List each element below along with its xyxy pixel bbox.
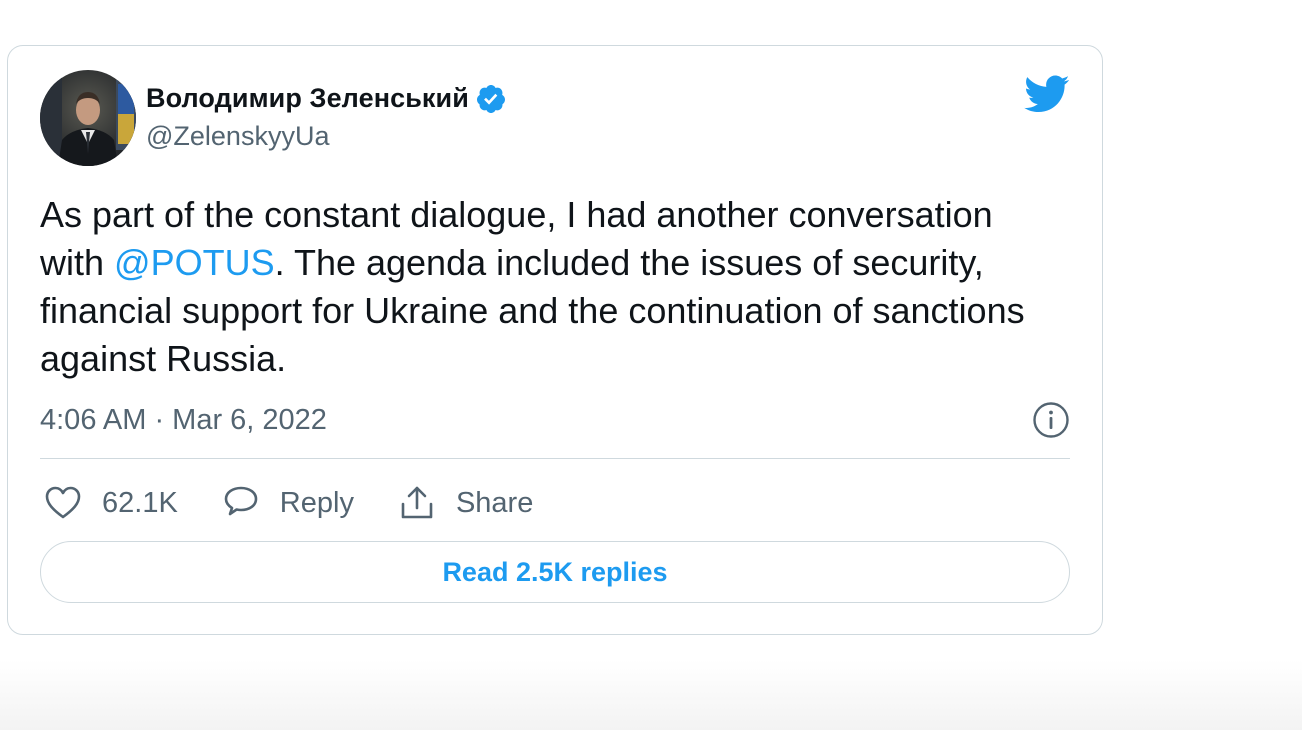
name-row: Володимир Зеленський [146,83,507,115]
verified-badge-icon [475,83,507,115]
meta-row: 4:06 AM · Mar 6, 2022 [40,398,1070,442]
tweet-card: Володимир Зеленський @ZelenskyyUa As par… [7,45,1103,635]
tweet-text: As part of the constant dialogue, I had … [40,191,1040,383]
heart-icon [45,486,81,519]
author-handle[interactable]: @ZelenskyyUa [146,121,507,152]
author-display-name[interactable]: Володимир Зеленський [146,83,469,114]
like-count: 62.1K [102,486,178,519]
twitter-bird-icon[interactable] [1022,74,1070,114]
reply-button[interactable]: Reply [222,484,354,522]
bottom-fade [0,660,1302,730]
action-bar: 62.1K Reply Share [44,478,577,528]
tweet-header: Володимир Зеленський @ZelenskyyUa [40,70,507,166]
info-icon[interactable] [1032,401,1070,439]
divider [40,458,1070,459]
author-identity: Володимир Зеленський @ZelenskyyUa [146,83,507,152]
avatar[interactable] [40,70,136,166]
read-replies-button[interactable]: Read 2.5K replies [40,541,1070,603]
profile-photo [40,70,136,166]
timestamp-link[interactable]: 4:06 AM · Mar 6, 2022 [40,404,327,437]
reply-label: Reply [279,486,354,519]
page: Володимир Зеленський @ZelenskyyUa As par… [0,0,1302,730]
mention-link[interactable]: @POTUS [114,242,275,283]
share-button[interactable]: Share [398,484,533,522]
reply-bubble-icon [224,486,258,516]
like-button[interactable]: 62.1K [44,484,178,522]
share-icon [401,486,433,519]
share-label: Share [455,486,534,519]
